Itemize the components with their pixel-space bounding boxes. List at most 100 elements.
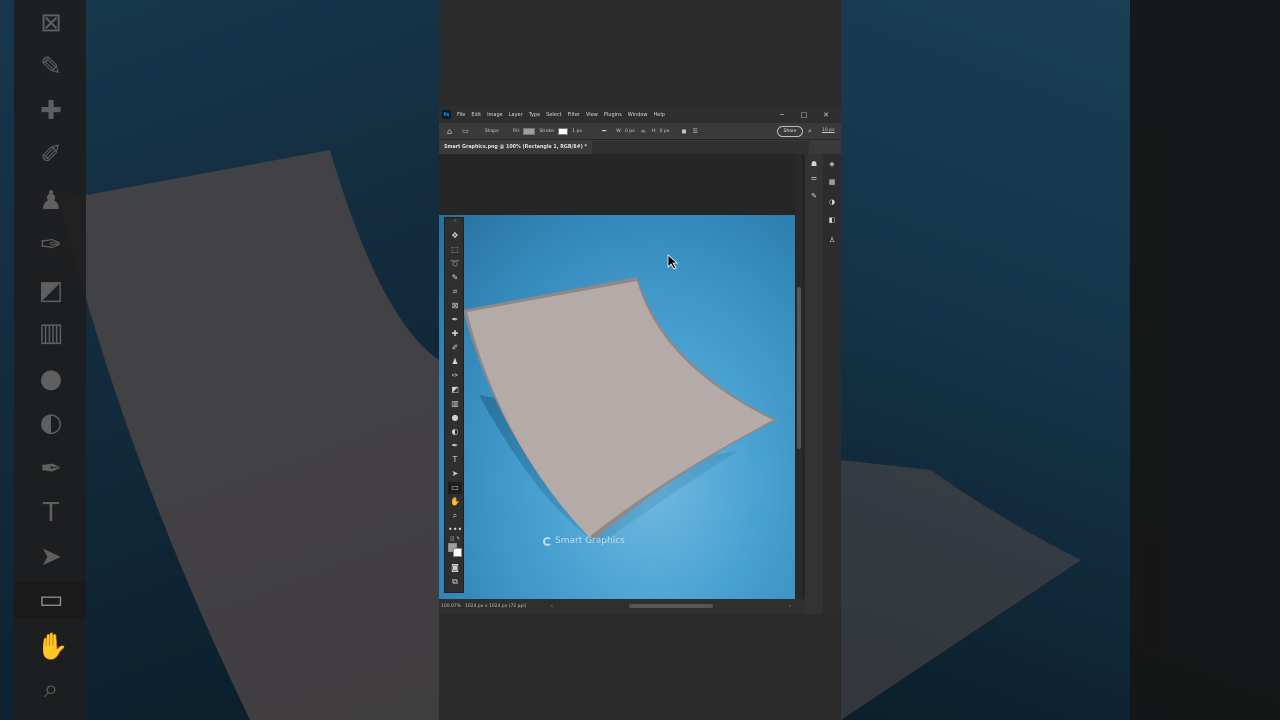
status-bar: 100.07% 1024 px x 1024 px (72 ppi) ‹ › (439, 599, 805, 614)
pen-icon: ✒ (40, 454, 62, 484)
toolbox-collapse-icon[interactable]: « (448, 218, 462, 224)
lasso-icon[interactable]: ➰ (448, 258, 462, 270)
path-select-icon[interactable]: ➤ (448, 468, 462, 480)
brush-icon: ✐ (40, 140, 62, 170)
marquee-icon[interactable]: ⬚ (448, 244, 462, 256)
dodge-icon[interactable]: ◐ (448, 426, 462, 438)
zoom-level[interactable]: 100.07% (441, 599, 461, 614)
quick-mask-icon[interactable]: ◙ (448, 562, 462, 574)
fill-swatch[interactable] (523, 127, 536, 135)
window-controls: ─ □ ✕ (771, 106, 837, 123)
document-tab[interactable]: Smart Graphics.png @ 100% (Rectangle 1, … (439, 141, 593, 154)
gradient-icon: ▥ (38, 318, 64, 348)
close-button[interactable]: ✕ (815, 111, 837, 119)
clone-stamp-icon[interactable]: ♟ (448, 356, 462, 368)
document-dimensions[interactable]: 1024 px x 1024 px (72 ppi) (465, 599, 526, 614)
history-brush-icon: ✑ (40, 230, 62, 260)
properties-icon[interactable]: ⚌ (808, 172, 820, 184)
background-color[interactable] (453, 548, 462, 557)
background-blur-right (841, 0, 1280, 720)
stroke-width-field[interactable]: 1 px (572, 129, 582, 134)
screen-mode-icon[interactable]: ⧉ (448, 576, 462, 588)
w-field[interactable]: 0 px (625, 129, 635, 134)
menu-edit[interactable]: Edit (471, 112, 481, 118)
h-field[interactable]: 0 px (660, 129, 670, 134)
type-icon[interactable]: T (448, 454, 462, 466)
layers-icon[interactable]: ◈ (826, 158, 838, 170)
maximize-button[interactable]: □ (793, 111, 815, 119)
vertical-scroll-thumb[interactable] (797, 287, 801, 449)
smart-graphics-logo-icon (543, 536, 552, 546)
background-toolbar: ⊠ ✎ ✚ ✐ ♟ ✑ ◩ ▥ ● ◐ ✒ T ➤ ▭ ✋ ⌕ (14, 0, 86, 720)
vertical-scrollbar[interactable] (796, 154, 802, 599)
menu-window[interactable]: Window (628, 112, 648, 118)
status-arrow-left[interactable]: ‹ (551, 599, 553, 614)
path-alignment-icon[interactable]: ☰ (692, 128, 697, 135)
move-icon[interactable]: ✥ (448, 230, 462, 242)
type-icon: T (43, 498, 59, 528)
mouse-cursor (667, 254, 679, 274)
hand-icon[interactable]: ✋ (448, 496, 462, 508)
document-tab-bar: Smart Graphics.png @ 100% (Rectangle 1, … (439, 141, 809, 154)
healing-brush-icon: ✚ (40, 96, 62, 126)
menu-filter[interactable]: Filter (568, 112, 580, 118)
menu-help[interactable]: Help (654, 112, 665, 118)
learn-icon[interactable]: ☗ (808, 158, 820, 170)
menu-plugins[interactable]: Plugins (604, 112, 622, 118)
brush-settings-icon[interactable]: ✎ (808, 190, 820, 202)
brush-icon[interactable]: ✐ (448, 342, 462, 354)
path-operations-icon[interactable]: ◼ (682, 128, 687, 135)
watermark: Smart Graphics (543, 536, 625, 546)
minimize-button[interactable]: ─ (771, 111, 793, 119)
eyedropper-icon[interactable]: ✒ (448, 314, 462, 326)
people-icon[interactable]: ♙ (826, 234, 838, 246)
swap-colors-icon[interactable]: ◫ ↰ (448, 536, 462, 542)
frame-icon[interactable]: ⊠ (448, 300, 462, 312)
color-swatches[interactable] (448, 543, 462, 557)
gradient-icon[interactable]: ▥ (448, 398, 462, 410)
tools-panel: « ✥ ⬚ ➰ ✎ ⌗ ⊠ ✒ ✚ ✐ ♟ ✑ ◩ ▥ ● ◐ ✒ T ➤ ▭ (444, 217, 464, 593)
paper-sheet[interactable] (467, 281, 773, 537)
menu-layer[interactable]: Layer (509, 112, 523, 118)
background-blur-left: ⊠ ✎ ✚ ✐ ♟ ✑ ◩ ▥ ● ◐ ✒ T ➤ ▭ ✋ ⌕ (0, 0, 439, 720)
search-icon[interactable]: ⌕ (808, 127, 812, 136)
crop-icon[interactable]: ⌗ (448, 286, 462, 298)
share-button[interactable]: Share (777, 126, 803, 137)
quick-select-icon[interactable]: ✎ (448, 272, 462, 284)
healing-brush-icon[interactable]: ✚ (448, 328, 462, 340)
zoom-icon: ⌕ (43, 674, 59, 704)
right-panel-dock: ☗ ⚌ ✎ ◈ ▦ ◑ ◧ ♙ (805, 154, 841, 614)
eyedropper-icon: ✎ (40, 52, 62, 82)
corner-radius-field[interactable]: 10 px (822, 128, 835, 133)
zoom-icon[interactable]: ⌕ (448, 510, 462, 522)
blur-icon[interactable]: ● (448, 412, 462, 424)
canvas[interactable]: Smart Graphics (439, 215, 795, 600)
menu-view[interactable]: View (586, 112, 598, 118)
stroke-type-icon[interactable]: ━ (602, 127, 606, 135)
more-tools-icon[interactable]: ••• (448, 524, 462, 536)
blur-icon: ● (39, 364, 63, 394)
menu-image[interactable]: Image (487, 112, 503, 118)
home-icon[interactable]: ⌂ (447, 127, 452, 136)
menu-type[interactable]: Type (529, 112, 540, 118)
photoshop-logo: Ps (442, 110, 451, 119)
rectangle-icon[interactable]: ▭ (448, 482, 462, 494)
tool-preset-icon[interactable]: ▭ (462, 127, 469, 135)
stage: ⊠ ✎ ✚ ✐ ♟ ✑ ◩ ▥ ● ◐ ✒ T ➤ ▭ ✋ ⌕ Ps File … (0, 0, 1280, 720)
menu-select[interactable]: Select (546, 112, 561, 118)
stroke-swatch[interactable] (558, 127, 569, 135)
link-icon[interactable]: ∞ (641, 128, 646, 135)
adjustments-icon[interactable]: ◑ (826, 196, 838, 208)
horizontal-scroll-thumb[interactable] (629, 604, 713, 608)
status-arrow-right[interactable]: › (789, 599, 791, 614)
history-brush-icon[interactable]: ✑ (448, 370, 462, 382)
options-bar: ⌂ ▭ Shape Fill: Stroke: 1 px ━ W: 0 px ∞… (439, 123, 841, 140)
menu-file[interactable]: File (457, 112, 465, 118)
rectangle-icon: ▭ (38, 585, 64, 615)
libraries-icon[interactable]: ▦ (826, 176, 838, 188)
shape-mode-select[interactable]: Shape (485, 129, 499, 134)
paths-icon[interactable]: ◧ (826, 214, 838, 226)
eraser-icon[interactable]: ◩ (448, 384, 462, 396)
path-select-icon: ➤ (40, 542, 62, 572)
pen-icon[interactable]: ✒ (448, 440, 462, 452)
